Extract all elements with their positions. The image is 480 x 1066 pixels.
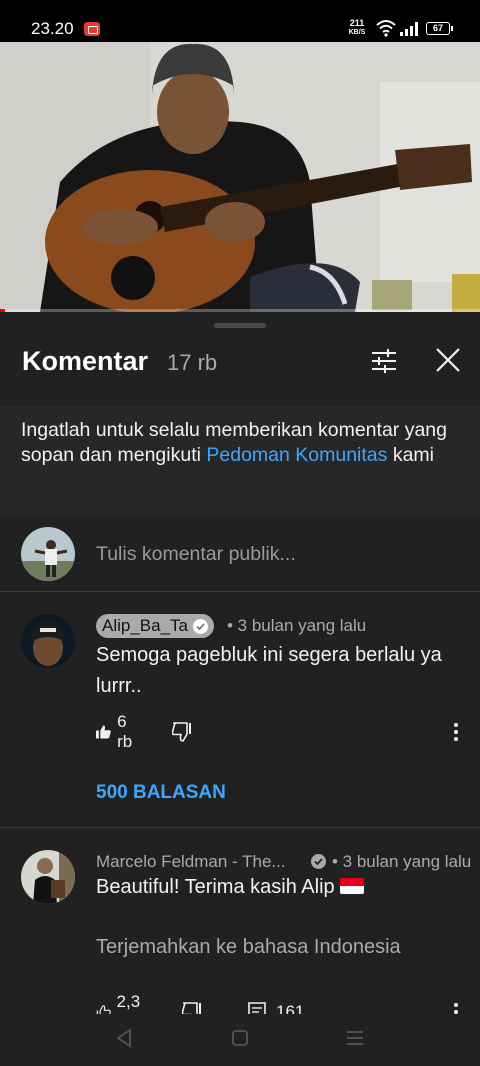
close-comments-button[interactable] bbox=[433, 345, 463, 375]
notice-suffix: kami bbox=[387, 444, 434, 466]
translate-button[interactable]: Terjemahkan ke bahasa Indonesia bbox=[96, 936, 401, 959]
comment-time: • 3 bulan yang lalu bbox=[227, 616, 367, 635]
comment-author: Alip_Ba_Ta bbox=[102, 616, 189, 635]
comment-text-row: Beautiful! Terima kasih Alip 🇮🇩 bbox=[96, 872, 456, 903]
sheet-drag-handle[interactable] bbox=[214, 323, 266, 328]
commenter-avatar[interactable] bbox=[21, 614, 75, 668]
comment-input[interactable]: Tulis komentar publik... bbox=[96, 543, 296, 566]
view-replies-button[interactable]: 500 BALASAN bbox=[96, 782, 226, 804]
comment-menu-button[interactable] bbox=[446, 720, 466, 744]
system-navigation-bar bbox=[0, 1014, 480, 1066]
comments-sheet: Komentar 17 rb Ingatlah untuk selalu mem… bbox=[0, 312, 480, 1066]
thumb-down-icon bbox=[172, 722, 191, 742]
close-icon bbox=[436, 348, 460, 372]
video-progress-played bbox=[0, 309, 5, 312]
screen-record-icon bbox=[84, 22, 100, 36]
battery-icon: 67 bbox=[426, 22, 453, 35]
comment-compose-row[interactable]: Tulis komentar publik... bbox=[0, 516, 480, 592]
comments-title: Komentar bbox=[22, 346, 149, 376]
nav-back-button[interactable] bbox=[114, 1027, 136, 1049]
sort-filter-button[interactable] bbox=[369, 346, 399, 376]
community-guidelines-link[interactable]: Pedoman Komunitas bbox=[206, 444, 387, 466]
network-speed-value: 211 bbox=[349, 18, 365, 28]
signal-icon bbox=[400, 22, 418, 36]
like-button[interactable]: 6 rb bbox=[96, 712, 138, 751]
comment-text: Semoga pagebluk ini segera berlalu ya lu… bbox=[96, 644, 442, 697]
video-frame bbox=[0, 42, 480, 312]
verified-icon bbox=[193, 618, 209, 634]
dislike-button[interactable] bbox=[172, 720, 193, 744]
author-badge[interactable]: Alip_Ba_Ta bbox=[96, 614, 215, 638]
network-speed-unit: KB/S bbox=[348, 29, 366, 36]
comment-text: Beautiful! Terima kasih Alip bbox=[96, 876, 335, 898]
verified-icon bbox=[311, 854, 326, 869]
comments-count: 17 rb bbox=[167, 350, 218, 375]
battery-level: 67 bbox=[432, 23, 443, 33]
comment-time: • 3 bulan yang lalu bbox=[332, 852, 472, 871]
community-guidelines-notice: Ingatlah untuk selalu memberikan komenta… bbox=[0, 406, 480, 516]
user-avatar bbox=[21, 527, 75, 581]
indonesia-flag-icon: 🇮🇩 bbox=[340, 878, 365, 894]
recents-menu-icon bbox=[347, 1031, 363, 1045]
thumb-up-icon bbox=[96, 725, 111, 739]
comment-item: Marcelo Feldman - The... • 3 bulan yang … bbox=[0, 850, 480, 1031]
home-square-icon bbox=[232, 1030, 248, 1046]
status-time: 23.20 bbox=[31, 19, 74, 38]
more-vertical-icon bbox=[454, 723, 458, 741]
wifi-icon bbox=[376, 20, 396, 37]
like-count: 6 rb bbox=[117, 712, 133, 751]
filter-sliders-icon bbox=[372, 349, 396, 373]
comment-divider bbox=[0, 827, 480, 828]
status-bar: 23.20 211 KB/S 67 bbox=[0, 0, 480, 42]
nav-home-button[interactable] bbox=[229, 1027, 251, 1049]
video-player[interactable] bbox=[0, 42, 480, 312]
back-triangle-icon bbox=[116, 1028, 131, 1048]
comment-item: Alip_Ba_Ta • 3 bulan yang lalu Semoga pa… bbox=[0, 614, 480, 828]
nav-recents-button[interactable] bbox=[344, 1027, 366, 1049]
commenter-avatar[interactable] bbox=[21, 850, 75, 904]
network-speed: 211 KB/S bbox=[346, 19, 368, 37]
comment-author[interactable]: Marcelo Feldman - The... bbox=[96, 852, 286, 872]
